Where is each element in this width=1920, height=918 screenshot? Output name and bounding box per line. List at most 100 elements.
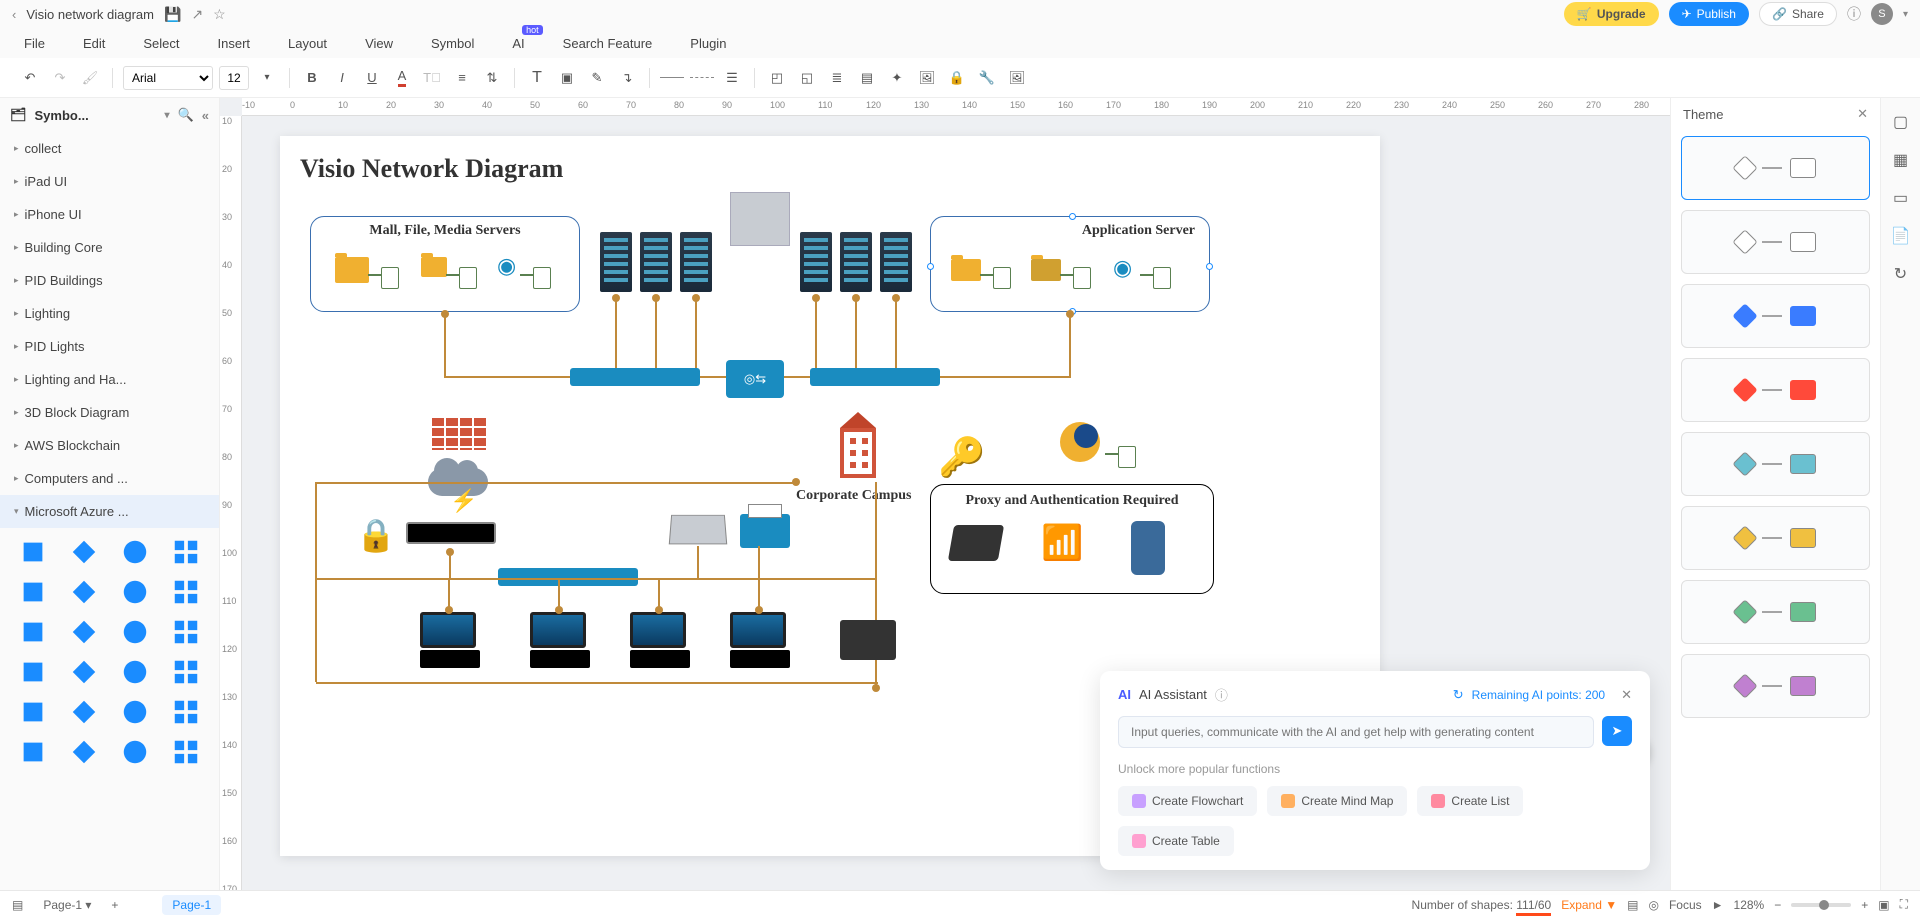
switch-bar[interactable]	[570, 368, 700, 386]
lock-icon[interactable]: 🔒	[356, 516, 396, 554]
workstation-icon[interactable]	[630, 612, 690, 668]
azure-symbol-icon[interactable]	[162, 614, 209, 650]
theme-card[interactable]	[1681, 506, 1870, 570]
align-objects-button[interactable]: ≣	[825, 66, 849, 90]
ai-action-button[interactable]: Create List	[1417, 786, 1523, 816]
azure-symbol-icon[interactable]	[61, 574, 108, 610]
rail-present-icon[interactable]: ▭	[1893, 188, 1908, 208]
ai-image-button[interactable]: 🖼	[1005, 66, 1029, 90]
publish-button[interactable]: ✈ Publish	[1669, 2, 1749, 26]
azure-symbol-icon[interactable]	[10, 614, 57, 650]
fullscreen-icon[interactable]: ⛶	[1900, 897, 1908, 912]
ai-refresh-icon[interactable]: ↻	[1453, 687, 1464, 703]
avatar-menu-chevron-icon[interactable]: ▾	[1903, 9, 1908, 20]
text-tool-button[interactable]: T	[525, 66, 549, 90]
printer-large-icon[interactable]	[840, 620, 896, 660]
font-size-chevron-icon[interactable]: ▾	[255, 66, 279, 90]
laptop-icon[interactable]	[669, 515, 727, 544]
page-tab-selector[interactable]: Page-1 ▾	[33, 895, 101, 915]
upgrade-button[interactable]: 🛒 Upgrade	[1564, 2, 1659, 26]
zoom-in-button[interactable]: +	[1861, 898, 1868, 912]
menu-insert[interactable]: Insert	[218, 36, 251, 51]
font-size-input[interactable]	[219, 66, 249, 90]
theme-close-icon[interactable]: ✕	[1857, 106, 1868, 122]
box-mall-servers[interactable]: Mall, File, Media Servers ◉	[310, 216, 580, 312]
selection-handle[interactable]	[1069, 213, 1076, 220]
azure-symbol-icon[interactable]	[10, 734, 57, 770]
box-proxy[interactable]: Proxy and Authentication Required 📶	[930, 484, 1214, 594]
router-icon[interactable]: ◎⇆	[726, 360, 784, 398]
sidebar-item[interactable]: AWS Blockchain	[0, 429, 219, 462]
theme-card[interactable]	[1681, 432, 1870, 496]
share-button[interactable]: 🔗 Share	[1759, 2, 1837, 26]
sidebar-item[interactable]: PID Buildings	[0, 264, 219, 297]
back-button[interactable]: ‹	[12, 7, 16, 22]
menu-symbol[interactable]: Symbol	[431, 36, 474, 51]
theme-card[interactable]	[1681, 136, 1870, 200]
ai-action-button[interactable]: Create Flowchart	[1118, 786, 1257, 816]
fit-screen-icon[interactable]: ▣	[1878, 898, 1889, 912]
appliance-icon[interactable]	[406, 522, 496, 544]
azure-symbol-icon[interactable]	[61, 534, 108, 570]
ungroup-button[interactable]: ◱	[795, 66, 819, 90]
theme-card[interactable]	[1681, 284, 1870, 348]
theme-card[interactable]	[1681, 654, 1870, 718]
zoom-slider[interactable]	[1791, 903, 1851, 907]
menu-edit[interactable]: Edit	[83, 36, 105, 51]
clear-format-button[interactable]: T⃠	[420, 66, 444, 90]
azure-symbol-icon[interactable]	[112, 534, 159, 570]
rail-shapes-icon[interactable]: ▢	[1893, 112, 1908, 132]
menu-view[interactable]: View	[365, 36, 393, 51]
group-button[interactable]: ◰	[765, 66, 789, 90]
avatar[interactable]: S	[1871, 3, 1893, 25]
focus-label[interactable]: Focus	[1669, 898, 1702, 912]
box-application-server[interactable]: Application Server ◉	[930, 216, 1210, 312]
switch-bar[interactable]	[498, 568, 638, 586]
ai-action-button[interactable]: Create Mind Map	[1267, 786, 1407, 816]
server-tower-icon[interactable]	[730, 192, 790, 246]
azure-symbol-icon[interactable]	[112, 734, 159, 770]
server-rack-icon[interactable]	[800, 232, 832, 292]
sidebar-item[interactable]: Lighting and Ha...	[0, 363, 219, 396]
server-rack-icon[interactable]	[880, 232, 912, 292]
search-icon[interactable]: 🔍	[178, 107, 194, 123]
help-icon[interactable]: ⓘ	[1847, 4, 1861, 24]
key-icon[interactable]: 🔑	[938, 436, 985, 480]
font-color-button[interactable]: A	[390, 66, 414, 90]
azure-symbol-icon[interactable]	[10, 654, 57, 690]
font-select[interactable]: Arial	[123, 66, 213, 90]
azure-symbol-icon[interactable]	[61, 694, 108, 730]
azure-symbol-icon[interactable]	[162, 534, 209, 570]
ai-action-button[interactable]: Create Table	[1118, 826, 1234, 856]
sidebar-item[interactable]: 3D Block Diagram	[0, 396, 219, 429]
azure-symbol-icon[interactable]	[112, 654, 159, 690]
lock-button[interactable]: 🔒	[945, 66, 969, 90]
focus-target-icon[interactable]: ◎	[1648, 898, 1658, 912]
rail-grid-icon[interactable]: ▦	[1893, 150, 1908, 170]
azure-symbol-icon[interactable]	[162, 694, 209, 730]
add-page-button[interactable]: +	[111, 898, 118, 912]
open-external-icon[interactable]: ↗	[191, 6, 203, 23]
server-rack-icon[interactable]	[840, 232, 872, 292]
sidebar-item[interactable]: Lighting	[0, 297, 219, 330]
page-tab-active[interactable]: Page-1	[162, 895, 221, 915]
sidebar-item[interactable]: Microsoft Azure ...	[0, 495, 219, 528]
azure-symbol-icon[interactable]	[10, 574, 57, 610]
menu-layout[interactable]: Layout	[288, 36, 327, 51]
azure-symbol-icon[interactable]	[112, 614, 159, 650]
azure-symbol-icon[interactable]	[10, 534, 57, 570]
sidebar-item[interactable]: iPhone UI	[0, 198, 219, 231]
server-rack-icon[interactable]	[640, 232, 672, 292]
layers-button[interactable]: ✦	[885, 66, 909, 90]
align-button[interactable]: ≡	[450, 66, 474, 90]
ai-help-icon[interactable]: ⓘ	[1215, 685, 1228, 704]
menu-search-feature[interactable]: Search Feature	[563, 36, 653, 51]
ai-close-icon[interactable]: ✕	[1621, 687, 1632, 703]
italic-button[interactable]: I	[330, 66, 354, 90]
azure-symbol-icon[interactable]	[61, 734, 108, 770]
menu-file[interactable]: File	[24, 36, 45, 51]
azure-symbol-icon[interactable]	[162, 654, 209, 690]
azure-symbol-icon[interactable]	[10, 694, 57, 730]
rail-page-icon[interactable]: 📄	[1891, 226, 1911, 246]
selection-handle[interactable]	[927, 263, 934, 270]
